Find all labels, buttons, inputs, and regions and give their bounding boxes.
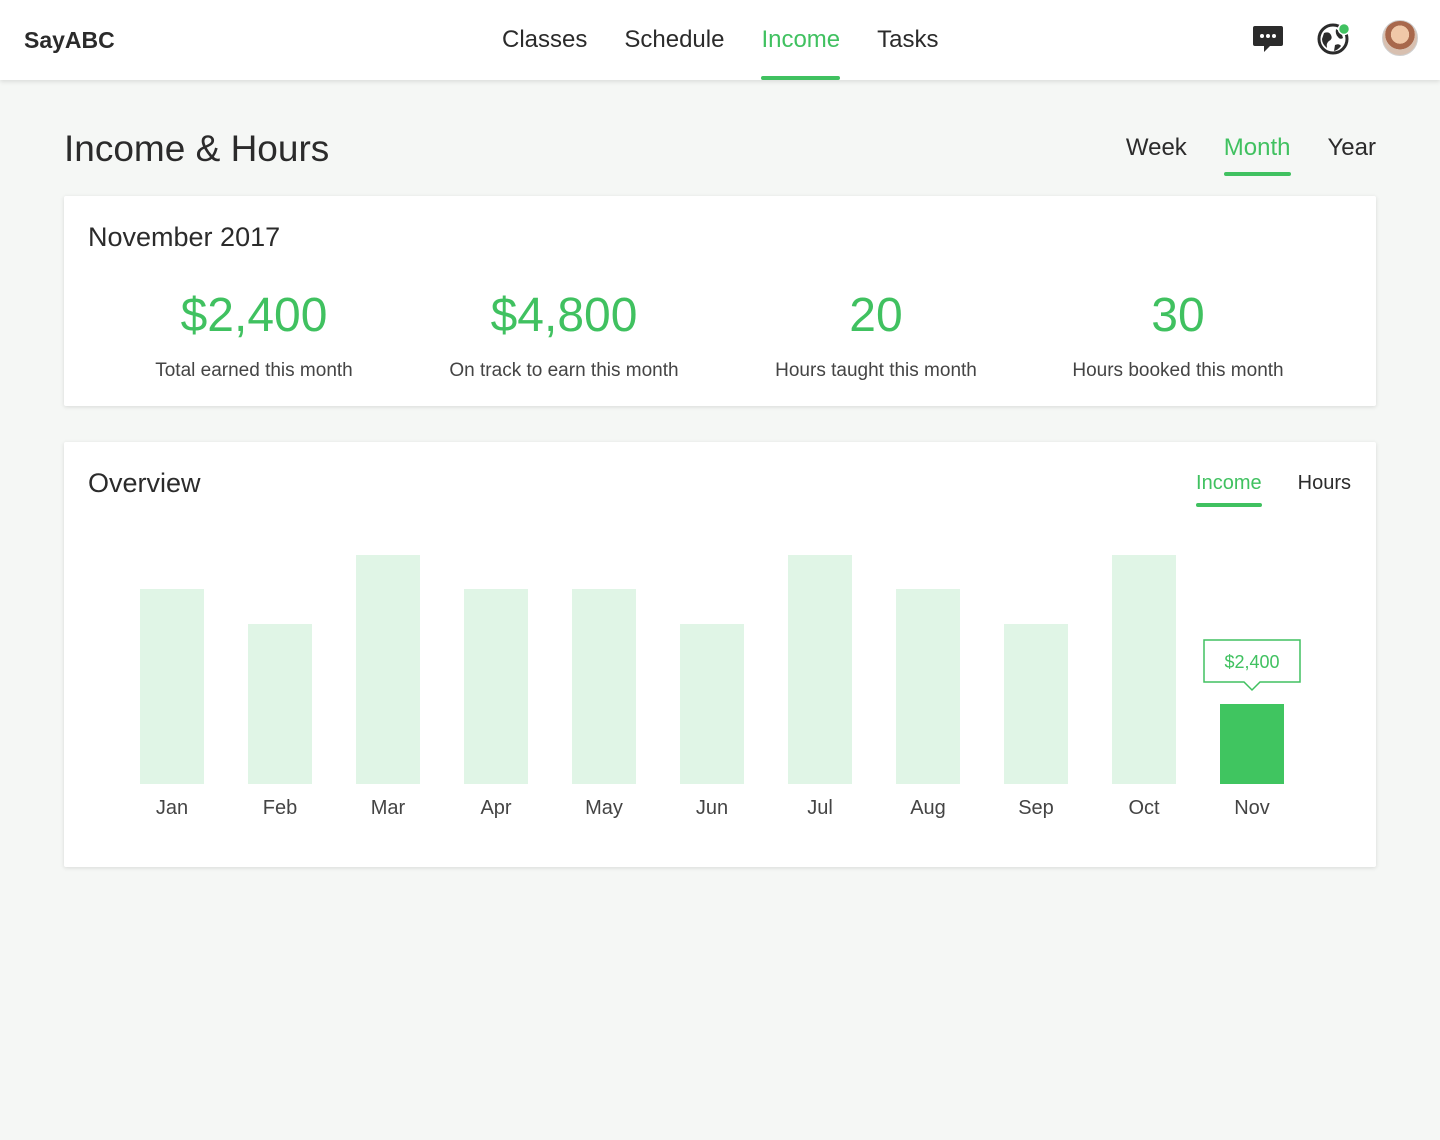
- tab-month[interactable]: Month: [1223, 134, 1291, 176]
- month-label-jul: Jul: [807, 797, 833, 819]
- nav-schedule[interactable]: Schedule: [624, 0, 724, 80]
- stat-label: Hours booked this month: [1072, 360, 1284, 381]
- bar-may[interactable]: [572, 589, 636, 784]
- bar-feb[interactable]: [248, 624, 312, 784]
- summary-card: November 2017 $2,400 Total earned this m…: [64, 196, 1376, 406]
- tab-year[interactable]: Year: [1328, 134, 1377, 176]
- header-actions: [1250, 20, 1418, 56]
- stat-hours-taught: 20 Hours taught this month: [726, 288, 1026, 382]
- bar-nov[interactable]: [1220, 704, 1284, 784]
- bar-jun[interactable]: [680, 624, 744, 784]
- page-title: Income & Hours: [64, 128, 330, 169]
- bar-sep[interactable]: [1004, 624, 1068, 784]
- month-label-sep: Sep: [1018, 797, 1054, 819]
- period-tabs: Week Month Year: [1126, 134, 1376, 176]
- stat-total-earned: $2,400 Total earned this month: [104, 288, 404, 382]
- nav-tasks[interactable]: Tasks: [877, 0, 938, 80]
- month-label-may: May: [585, 797, 623, 819]
- summary-period-title: November 2017: [88, 222, 281, 252]
- bar-oct[interactable]: [1112, 555, 1176, 784]
- stat-on-track: $4,800 On track to earn this month: [414, 288, 714, 382]
- month-label-apr: Apr: [480, 797, 511, 819]
- brand-logo[interactable]: SayABC: [24, 27, 115, 54]
- month-label-nov: Nov: [1234, 797, 1270, 819]
- user-avatar[interactable]: [1382, 20, 1418, 56]
- month-label-aug: Aug: [910, 797, 946, 819]
- nav-classes[interactable]: Classes: [502, 0, 587, 80]
- bar-jan[interactable]: [140, 589, 204, 784]
- top-navigation-bar: SayABC Classes Schedule Income Tasks: [0, 0, 1440, 80]
- month-label-jan: Jan: [156, 797, 188, 819]
- chat-icon[interactable]: [1250, 20, 1286, 56]
- overview-card: Overview Income Hours Jan Feb Mar Apr May Jun…: [64, 442, 1376, 867]
- bar-mar[interactable]: [356, 555, 420, 784]
- stat-value: $2,400: [180, 289, 328, 342]
- stat-label: Total earned this month: [155, 360, 353, 381]
- income-bar-chart: Jan Feb Mar Apr May Jun Jul Aug Sep Oct Nov $2,400: [140, 555, 1301, 819]
- value-tooltip: $2,400: [1203, 639, 1301, 692]
- stat-hours-booked: 30 Hours booked this month: [1028, 288, 1328, 382]
- tab-week[interactable]: Week: [1126, 134, 1187, 176]
- month-label-mar: Mar: [371, 797, 406, 819]
- bar-aug[interactable]: [896, 589, 960, 784]
- stat-label: Hours taught this month: [775, 360, 977, 381]
- month-label-oct: Oct: [1128, 797, 1160, 819]
- stat-label: On track to earn this month: [449, 360, 679, 381]
- stat-value: 30: [1151, 289, 1205, 342]
- tooltip-value: $2,400: [1224, 652, 1279, 672]
- globe-icon[interactable]: [1316, 20, 1352, 56]
- bar-jul[interactable]: [788, 555, 852, 784]
- month-label-feb: Feb: [263, 797, 297, 819]
- nav-income[interactable]: Income: [761, 0, 840, 80]
- stat-value: $4,800: [490, 289, 638, 342]
- main-nav: Classes Schedule Income Tasks: [502, 0, 939, 80]
- month-label-jun: Jun: [696, 797, 728, 819]
- bar-apr[interactable]: [464, 589, 528, 784]
- stat-value: 20: [849, 289, 903, 342]
